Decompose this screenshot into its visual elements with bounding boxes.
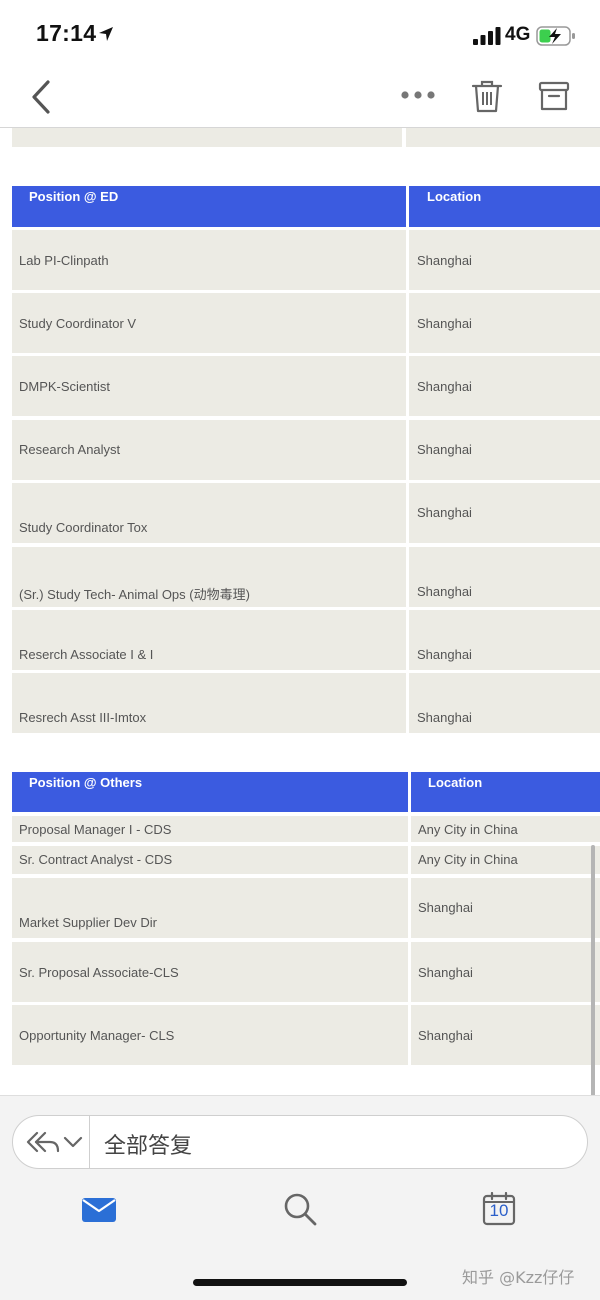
- reply-all-label[interactable]: 全部答复: [104, 1128, 192, 1160]
- mail-icon[interactable]: [82, 1196, 116, 1224]
- table-cell-location: Shanghai: [411, 878, 600, 938]
- table-row: Research Analyst: [12, 420, 406, 480]
- table-cell-location: Shanghai: [409, 293, 600, 353]
- back-chevron-icon[interactable]: [28, 78, 56, 116]
- more-dots-icon[interactable]: [398, 86, 438, 104]
- home-indicator[interactable]: [193, 1279, 407, 1286]
- table-cell-location: Shanghai: [409, 483, 600, 543]
- table-cell-location: Shanghai: [411, 1005, 600, 1065]
- table-cell-location: Any City in China: [411, 816, 600, 842]
- table-row: Proposal Manager I - CDS: [12, 816, 408, 842]
- email-body[interactable]: Position @ ED Location Lab PI-Clinpath S…: [0, 128, 600, 1094]
- watermark: 知乎 @Kzz仔仔: [462, 1268, 575, 1287]
- calendar-day-number: 10: [489, 1201, 509, 1220]
- table-header-location: Location: [409, 186, 600, 227]
- table-cell-location: Shanghai: [409, 420, 600, 480]
- table-header-position: Position @ Others: [12, 772, 408, 812]
- table-cell-partial: [406, 128, 600, 147]
- table-row: Lab PI-Clinpath: [12, 230, 406, 290]
- table-cell-location: Shanghai: [409, 610, 600, 670]
- table-row: Reserch Associate I & I: [12, 610, 406, 670]
- reply-all-icon[interactable]: [26, 1130, 60, 1154]
- table-row: Sr. Contract Analyst - CDS: [12, 846, 408, 874]
- trash-icon[interactable]: [470, 78, 504, 114]
- signal-bars-icon: [473, 27, 501, 45]
- table-cell-location: Shanghai: [409, 673, 600, 733]
- table-cell-location: Shanghai: [411, 942, 600, 1002]
- table-row: (Sr.) Study Tech- Animal Ops (动物毒理): [12, 547, 406, 607]
- search-icon[interactable]: [282, 1191, 318, 1227]
- table-row: Study Coordinator Tox: [12, 483, 406, 543]
- table-header-position: Position @ ED: [12, 186, 406, 227]
- table-row: DMPK-Scientist: [12, 356, 406, 416]
- scrollbar[interactable]: [591, 845, 595, 1100]
- location-arrow-icon: [99, 27, 113, 41]
- table-cell-partial: [12, 128, 402, 147]
- table-cell-location: Shanghai: [409, 547, 600, 607]
- chevron-down-icon[interactable]: [63, 1135, 83, 1149]
- reply-bar-divider: [89, 1116, 90, 1168]
- table-cell-location: Shanghai: [409, 356, 600, 416]
- table-row: Opportunity Manager- CLS: [12, 1005, 408, 1065]
- table-row: Sr. Proposal Associate-CLS: [12, 942, 408, 1002]
- table-cell-location: Any City in China: [411, 846, 600, 874]
- table-cell-location: Shanghai: [409, 230, 600, 290]
- table-header-location: Location: [411, 772, 600, 812]
- status-time: 17:14: [36, 20, 97, 46]
- table-row: Market Supplier Dev Dir: [12, 878, 408, 938]
- archive-icon[interactable]: [537, 79, 571, 113]
- table-row: Study Coordinator V: [12, 293, 406, 353]
- network-type: 4G: [505, 24, 531, 45]
- reply-all-bar[interactable]: [12, 1115, 588, 1169]
- table-row: Resrech Asst III-Imtox: [12, 673, 406, 733]
- battery-charging-icon: [536, 26, 575, 46]
